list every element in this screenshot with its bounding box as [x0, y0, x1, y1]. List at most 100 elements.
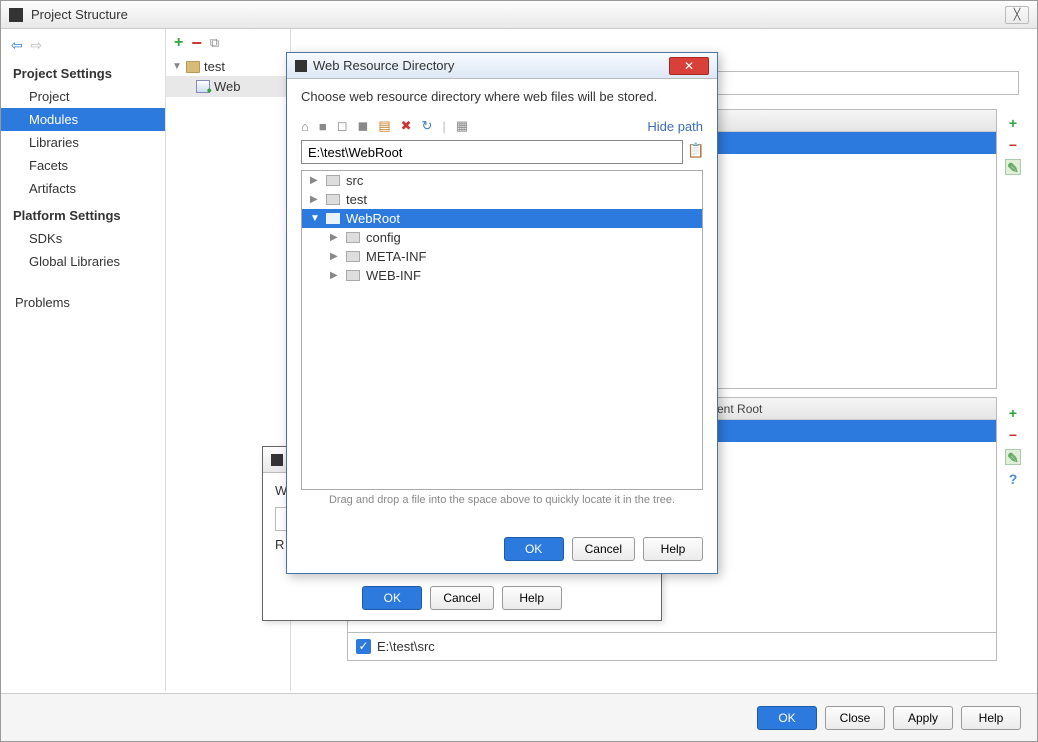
expand-icon[interactable]: ▶: [330, 251, 340, 262]
tree-node-webroot[interactable]: ▼ WebRoot: [302, 209, 702, 228]
folder-icon: [326, 175, 340, 186]
nav-back-icon[interactable]: ⇦: [11, 37, 23, 53]
expand-icon[interactable]: ▶: [330, 232, 340, 243]
web-facet-icon: [196, 80, 210, 93]
expand-icon[interactable]: ▶: [310, 194, 320, 205]
section-platform-settings: Platform Settings: [1, 200, 165, 227]
module-name: test: [204, 59, 225, 74]
tree-node-test[interactable]: ▶ test: [302, 190, 702, 209]
back-dialog-help-button[interactable]: Help: [502, 586, 562, 610]
web-resource-directory-dialog: Web Resource Directory ✕ Choose web reso…: [286, 52, 718, 574]
delete-icon[interactable]: ✖: [401, 118, 412, 134]
drag-drop-hint: Drag and drop a file into the space abov…: [287, 494, 717, 506]
tree-node-webinf[interactable]: ▶ WEB-INF: [302, 266, 702, 285]
folder-icon: [346, 251, 360, 262]
project-icon[interactable]: ■: [319, 119, 327, 134]
tree-node-src[interactable]: ▶ src: [302, 171, 702, 190]
resource-add-icon[interactable]: +: [1005, 405, 1021, 421]
folder-icon: [326, 194, 340, 205]
descriptor-edit-icon[interactable]: ✎: [1005, 159, 1021, 175]
descriptor-remove-icon[interactable]: −: [1005, 137, 1021, 153]
refresh-icon[interactable]: ↻: [422, 118, 433, 134]
folder-icon: [346, 270, 360, 281]
folder-icon: [326, 213, 340, 224]
home-icon[interactable]: ⌂: [301, 119, 309, 134]
tree-label: config: [366, 230, 401, 245]
tree-label: WEB-INF: [366, 268, 421, 283]
module-tree-web-facet[interactable]: Web: [166, 76, 290, 97]
dialog-instruction: Choose web resource directory where web …: [287, 79, 717, 114]
tree-label: WebRoot: [346, 211, 400, 226]
resources-toolbar: + − ✎ ?: [1003, 405, 1023, 487]
hide-path-link[interactable]: Hide path: [647, 119, 703, 134]
tree-label: test: [346, 192, 367, 207]
module-folder-icon: [186, 61, 200, 73]
tree-label: src: [346, 173, 363, 188]
source-root-path: E:\test\src: [377, 639, 435, 654]
sidebar-item-problems[interactable]: Problems: [1, 291, 165, 314]
back-dialog-ok-button[interactable]: OK: [362, 586, 422, 610]
source-roots-row[interactable]: ✓ E:\test\src: [347, 633, 997, 661]
descriptor-add-icon[interactable]: +: [1005, 115, 1021, 131]
nav-arrows: ⇦ ⇨: [1, 35, 165, 58]
resource-help-icon[interactable]: ?: [1005, 471, 1021, 487]
module-tree-toolbar: + − ⧉: [166, 29, 290, 57]
show-hidden-icon[interactable]: ▦: [456, 118, 468, 134]
sidebar-item-facets[interactable]: Facets: [1, 154, 165, 177]
sidebar-item-project[interactable]: Project: [1, 85, 165, 108]
back-dialog-icon: [271, 454, 283, 466]
copy-icon[interactable]: ⧉: [210, 35, 219, 51]
sidebar-item-libraries[interactable]: Libraries: [1, 131, 165, 154]
tree-label: META-INF: [366, 249, 426, 264]
expand-icon[interactable]: ▶: [310, 175, 320, 186]
main-help-button[interactable]: Help: [961, 706, 1021, 730]
section-project-settings: Project Settings: [1, 58, 165, 85]
app-icon: [9, 8, 23, 22]
history-icon[interactable]: 📋: [687, 142, 703, 162]
new-folder-icon[interactable]: ▤: [378, 118, 390, 134]
directory-tree[interactable]: ▶ src ▶ test ▼ WebRoot ▶ config ▶ META-I…: [301, 170, 703, 490]
dialog-help-button[interactable]: Help: [643, 537, 703, 561]
sidebar-item-artifacts[interactable]: Artifacts: [1, 177, 165, 200]
resource-edit-icon[interactable]: ✎: [1005, 449, 1021, 465]
web-facet-label: Web: [214, 79, 241, 94]
add-icon[interactable]: +: [174, 34, 183, 52]
folder-icon: [346, 232, 360, 243]
tree-node-metainf[interactable]: ▶ META-INF: [302, 247, 702, 266]
tree-node-config[interactable]: ▶ config: [302, 228, 702, 247]
remove-icon[interactable]: −: [191, 33, 202, 54]
tree-collapse-icon[interactable]: ▼: [172, 61, 182, 72]
dialog-ok-button[interactable]: OK: [504, 537, 564, 561]
path-input[interactable]: [301, 140, 683, 164]
resource-remove-icon[interactable]: −: [1005, 427, 1021, 443]
content-root-icon[interactable]: ◼: [358, 118, 369, 134]
sidebar-item-global-libraries[interactable]: Global Libraries: [1, 250, 165, 273]
path-row: 📋: [301, 140, 703, 164]
window-title: Project Structure: [31, 7, 1005, 22]
main-close-button[interactable]: Close: [825, 706, 885, 730]
descriptors-toolbar: + − ✎: [1003, 115, 1023, 175]
window-close-button[interactable]: ╳: [1005, 6, 1029, 24]
dialog-cancel-button[interactable]: Cancel: [572, 537, 635, 561]
dialog-toolbar: ⌂ ■ ◻ ◼ ▤ ✖ ↻ | ▦ Hide path: [287, 114, 717, 138]
dialog-titlebar: Web Resource Directory ✕: [287, 53, 717, 79]
source-root-checkbox[interactable]: ✓: [356, 639, 371, 654]
main-apply-button[interactable]: Apply: [893, 706, 953, 730]
module-icon[interactable]: ◻: [337, 118, 348, 134]
sidebar-item-modules[interactable]: Modules: [1, 108, 165, 131]
module-tree-root[interactable]: ▼ test: [166, 57, 290, 76]
dialog-close-button[interactable]: ✕: [669, 57, 709, 75]
main-footer: OK Close Apply Help: [1, 693, 1037, 741]
collapse-icon[interactable]: ▼: [310, 213, 320, 224]
dialog-app-icon: [295, 60, 307, 72]
back-dialog-label-r: R: [275, 537, 284, 552]
dialog-title: Web Resource Directory: [313, 58, 454, 73]
back-dialog-cancel-button[interactable]: Cancel: [430, 586, 493, 610]
sidebar: ⇦ ⇨ Project Settings Project Modules Lib…: [1, 29, 166, 691]
dialog-buttons: OK Cancel Help: [504, 537, 703, 561]
expand-icon[interactable]: ▶: [330, 270, 340, 281]
sidebar-item-sdks[interactable]: SDKs: [1, 227, 165, 250]
main-ok-button[interactable]: OK: [757, 706, 817, 730]
nav-forward-icon[interactable]: ⇨: [30, 37, 42, 53]
titlebar: Project Structure ╳: [1, 1, 1037, 29]
